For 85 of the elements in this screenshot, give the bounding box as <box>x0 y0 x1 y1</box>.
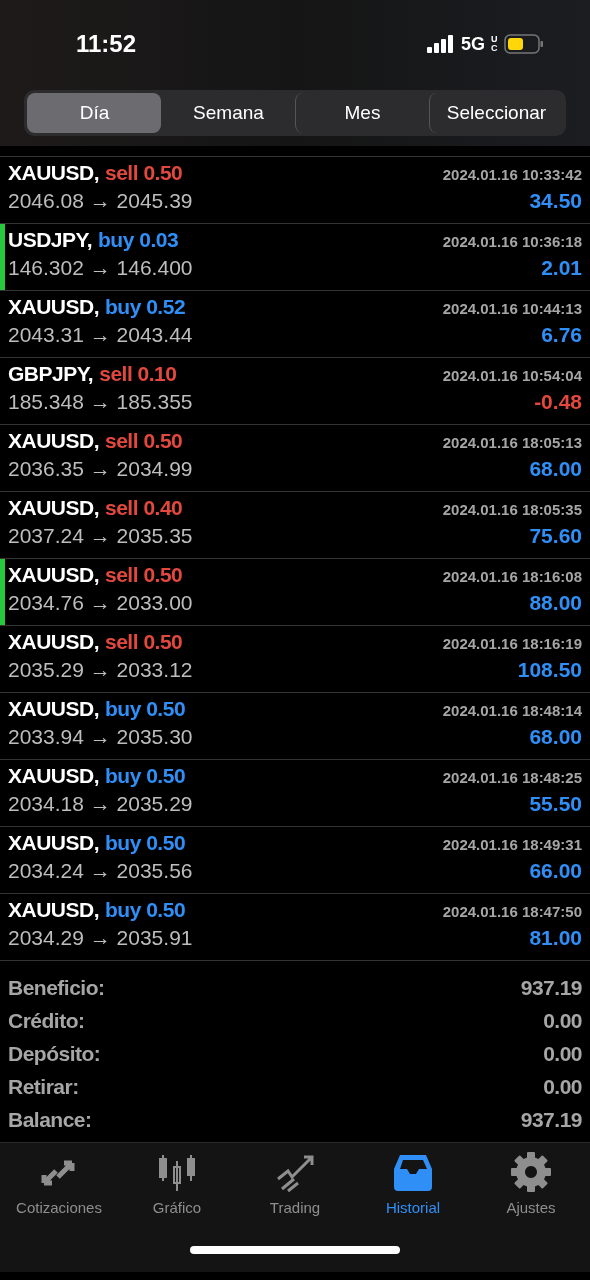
price-range: 2034.24 → 2035.56 <box>8 859 193 883</box>
period-tab[interactable]: Semana <box>161 93 295 133</box>
price-range: 2043.31 → 2043.44 <box>8 323 193 347</box>
symbol-label: XAUUSD, <box>8 630 99 654</box>
symbol-label: USDJPY, <box>8 228 93 252</box>
signal-icon <box>427 35 455 53</box>
period-tab[interactable]: Mes <box>295 93 429 133</box>
deal-time: 2024.01.16 18:16:19 <box>442 635 582 652</box>
order-label: buy 0.52 <box>105 295 186 319</box>
deal-time: 2024.01.16 10:44:13 <box>442 300 582 317</box>
symbol-label: XAUUSD, <box>8 429 99 453</box>
summary-label: Beneficio: <box>8 975 105 1000</box>
symbol-label: XAUUSD, <box>8 496 99 520</box>
profit-value: 34.50 <box>529 189 582 213</box>
symbol-label: XAUUSD, <box>8 898 99 922</box>
profit-value: 55.50 <box>529 792 582 816</box>
order-label: buy 0.50 <box>105 898 186 922</box>
deal-time: 2024.01.16 10:36:18 <box>442 233 582 250</box>
price-range: 2033.94 → 2035.30 <box>8 725 193 749</box>
order-label: sell 0.50 <box>105 563 183 587</box>
summary-label: Retirar: <box>8 1074 79 1099</box>
deal-time: 2024.01.16 18:05:13 <box>442 434 582 451</box>
summary-value: 0.00 <box>543 1008 582 1033</box>
order-label: sell 0.50 <box>105 161 183 185</box>
profit-value: 68.00 <box>529 457 582 481</box>
tab-bar-item[interactable]: Trading <box>236 1151 354 1216</box>
price-range: 2036.35 → 2034.99 <box>8 457 193 481</box>
price-range: 2037.24 → 2035.35 <box>8 524 193 548</box>
deal-time: 2024.01.16 18:05:35 <box>442 501 582 518</box>
deal-time: 2024.01.16 18:16:08 <box>442 568 582 585</box>
deal-time: 2024.01.16 18:48:14 <box>442 702 582 719</box>
order-label: buy 0.03 <box>98 228 179 252</box>
price-range: 2046.08 → 2045.39 <box>8 189 193 213</box>
network-label: 5G <box>461 33 485 55</box>
symbol-label: XAUUSD, <box>8 161 99 185</box>
symbol-label: XAUUSD, <box>8 831 99 855</box>
deal-time: 2024.01.16 18:49:31 <box>442 836 582 853</box>
summary-value: 0.00 <box>543 1041 582 1066</box>
summary-label: Crédito: <box>8 1008 85 1033</box>
profit-value: 2.01 <box>541 256 582 280</box>
tab-bar-item[interactable]: Historial <box>354 1151 472 1216</box>
profit-value: 68.00 <box>529 725 582 749</box>
deal-time: 2024.01.16 18:47:50 <box>442 903 582 920</box>
summary-label: Depósito: <box>8 1041 101 1066</box>
profit-value: 75.60 <box>529 524 582 548</box>
order-label: sell 0.40 <box>105 496 183 520</box>
order-label: buy 0.50 <box>105 831 186 855</box>
deal-time: 2024.01.16 10:33:42 <box>442 166 582 183</box>
symbol-label: GBPJPY, <box>8 362 94 386</box>
profit-value: 6.76 <box>541 323 582 347</box>
profit-value: 81.00 <box>529 926 582 950</box>
order-label: buy 0.50 <box>105 764 186 788</box>
order-label: sell 0.10 <box>99 362 177 386</box>
symbol-label: XAUUSD, <box>8 563 99 587</box>
settings-icon <box>510 1151 552 1193</box>
network-sub-label: UC <box>491 35 498 53</box>
order-label: sell 0.50 <box>105 630 183 654</box>
profit-value: -0.48 <box>534 390 582 414</box>
summary-value: 937.19 <box>520 975 582 1000</box>
summary-label: Balance: <box>8 1107 92 1132</box>
tab-bar-item[interactable]: Ajustes <box>472 1151 590 1216</box>
profit-value: 88.00 <box>529 591 582 615</box>
price-range: 146.302 → 146.400 <box>8 256 193 280</box>
profit-value: 108.50 <box>517 658 582 682</box>
period-tab[interactable]: Día <box>27 93 161 133</box>
order-label: sell 0.50 <box>105 429 183 453</box>
price-range: 2034.29 → 2035.91 <box>8 926 193 950</box>
symbol-label: XAUUSD, <box>8 295 99 319</box>
clock: 11:52 <box>76 30 138 58</box>
price-range: 2034.76 → 2033.00 <box>8 591 193 615</box>
order-label: buy 0.50 <box>105 697 186 721</box>
summary-value: 0.00 <box>543 1074 582 1099</box>
deal-time: 2024.01.16 18:48:25 <box>442 769 582 786</box>
battery-icon <box>504 34 544 54</box>
period-tab[interactable]: Seleccionar <box>429 93 563 133</box>
price-range: 2035.29 → 2033.12 <box>8 658 193 682</box>
profit-value: 66.00 <box>529 859 582 883</box>
summary-value: 937.19 <box>520 1107 582 1132</box>
price-range: 185.348 → 185.355 <box>8 390 193 414</box>
tab-bar-item[interactable]: Gráfico <box>118 1151 236 1216</box>
symbol-label: XAUUSD, <box>8 764 99 788</box>
symbol-label: XAUUSD, <box>8 697 99 721</box>
deal-time: 2024.01.16 10:54:04 <box>442 367 582 384</box>
tab-bar-item[interactable]: Cotizaciones <box>0 1151 118 1216</box>
price-range: 2034.18 → 2035.29 <box>8 792 193 816</box>
